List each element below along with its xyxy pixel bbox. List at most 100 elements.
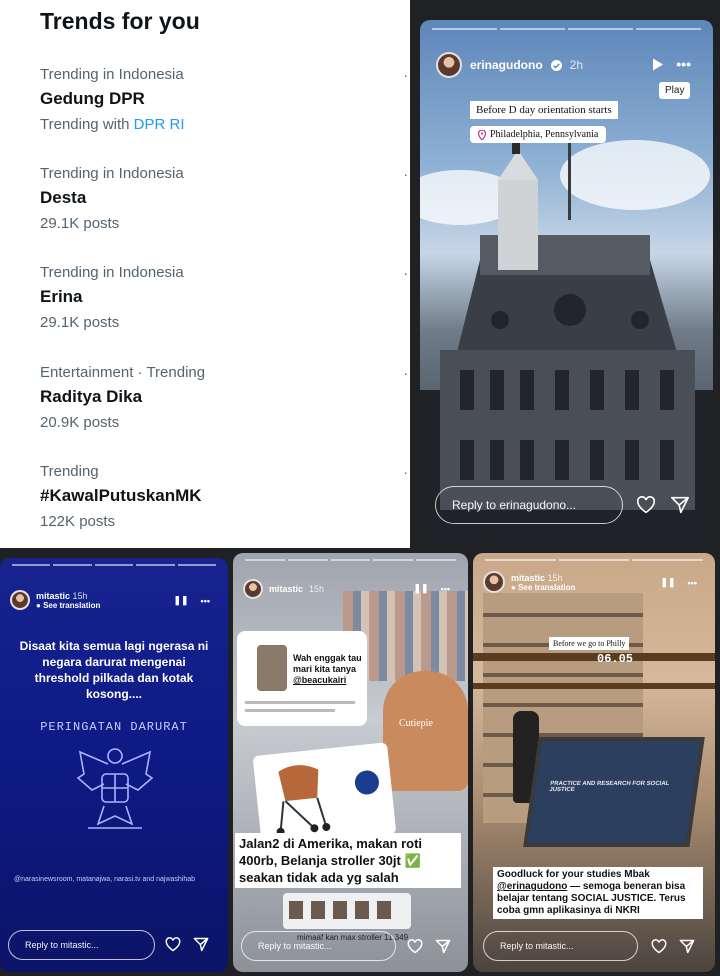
more-options-icon[interactable]: ••• xyxy=(688,578,697,588)
chat-screenshot-card: Wah enggak tau mari kita tanya @beacukai… xyxy=(237,631,367,726)
more-options-icon[interactable]: · xyxy=(403,266,408,280)
story-caption: Goodluck for your studies Mbak @erinagud… xyxy=(493,867,703,919)
product-card xyxy=(252,742,397,848)
chat-line xyxy=(245,701,355,704)
trend-item-raditya-dika[interactable]: Entertainment · Trending Raditya Dika 20… xyxy=(40,364,408,454)
story-username[interactable]: mitastic xyxy=(36,591,70,601)
story-progress-bars xyxy=(12,564,217,566)
story-header: mitastic 15h ● See translation xyxy=(10,590,100,610)
pause-icon[interactable]: ❚❚ xyxy=(660,577,675,588)
story-progress-bars xyxy=(245,559,456,561)
story-actions xyxy=(636,496,690,514)
reply-input[interactable]: Reply to mitastic... xyxy=(8,930,155,960)
pause-icon[interactable]: ❚❚ xyxy=(173,595,188,606)
see-translation-label: See translation xyxy=(43,600,101,610)
more-options-icon[interactable]: · xyxy=(403,68,408,82)
reply-input[interactable]: Reply to mitastic... xyxy=(241,931,396,961)
story-header: mitastic 15h xyxy=(243,579,324,599)
avatar[interactable] xyxy=(10,590,30,610)
see-translation-label: See translation xyxy=(518,582,576,592)
trend-category: Trending in Indonesia xyxy=(40,66,184,83)
chat-text: Wah enggak tau mari kita tanya @beacukai… xyxy=(293,653,362,685)
trend-name: Raditya Dika xyxy=(40,387,143,406)
trend-name: Erina xyxy=(40,287,83,306)
sticker-label: Cutiepie xyxy=(399,718,433,729)
city-hall-building-image xyxy=(420,140,713,538)
trend-name: Desta xyxy=(40,188,87,207)
mention-link[interactable]: @erinagudono xyxy=(497,881,567,892)
share-send-icon[interactable] xyxy=(679,939,695,954)
story-progress-bars xyxy=(485,559,704,561)
story-mitastic-darurat[interactable]: mitastic 15h ● See translation ❚❚ ••• Di… xyxy=(0,558,228,972)
trend-name: Gedung DPR xyxy=(40,89,145,108)
more-options-icon[interactable]: ••• xyxy=(441,584,450,594)
chat-thumbnail xyxy=(257,645,287,691)
see-translation-link[interactable]: ● See translation xyxy=(36,601,100,610)
play-icon[interactable] xyxy=(652,58,664,71)
trend-related-link[interactable]: DPR RI xyxy=(134,116,185,133)
reply-input[interactable]: Reply to mitastic... xyxy=(483,931,638,961)
trend-item-desta[interactable]: Trending in Indonesia Desta 29.1K posts … xyxy=(40,165,408,255)
like-heart-icon[interactable] xyxy=(651,939,667,954)
play-tooltip: Play xyxy=(659,82,691,99)
story-time: 15h xyxy=(72,590,88,601)
story-username[interactable]: mitastic xyxy=(269,584,303,594)
story-actions xyxy=(651,939,695,954)
more-options-icon[interactable]: ••• xyxy=(676,56,691,72)
trend-post-count: 29.1K posts xyxy=(40,314,120,331)
story-header: erinagudono 2h xyxy=(436,52,583,78)
story-username[interactable]: erinagudono xyxy=(470,58,543,72)
trend-category: Trending xyxy=(40,463,99,480)
avatar[interactable] xyxy=(436,52,462,78)
pause-icon[interactable]: ❚❚ xyxy=(413,583,428,594)
story-time: 15h xyxy=(309,584,325,594)
stroller-photo xyxy=(383,671,468,791)
story-controls: ••• xyxy=(652,56,691,72)
reply-input[interactable]: Reply to erinagudono... xyxy=(435,486,623,524)
thumbnails xyxy=(289,901,399,919)
more-options-icon[interactable]: ••• xyxy=(201,596,210,606)
share-send-icon[interactable] xyxy=(435,939,451,954)
story-actions xyxy=(165,937,209,952)
share-send-icon[interactable] xyxy=(670,496,690,514)
trend-category: Trending in Indonesia xyxy=(40,264,184,281)
see-translation-link[interactable]: ● See translation xyxy=(511,583,575,592)
laptop-image: PRACTICE AND RESEARCH FOR SOCIAL JUSTICE xyxy=(523,737,705,847)
trend-item-kawalputuskanmk[interactable]: Trending #KawalPutuskanMK 122K posts · xyxy=(40,463,408,548)
more-options-icon[interactable]: · xyxy=(403,366,408,380)
story-erinagudono[interactable]: erinagudono 2h ••• Play Before D day ori… xyxy=(420,20,713,538)
avatar[interactable] xyxy=(483,571,505,593)
like-heart-icon[interactable] xyxy=(165,937,181,952)
story-controls: ❚❚ ••• xyxy=(173,595,210,606)
trend-name: #KawalPutuskanMK xyxy=(40,486,202,505)
trend-post-count: 20.9K posts xyxy=(40,414,120,431)
location-pin-icon xyxy=(478,129,486,140)
trend-item-erina[interactable]: Trending in Indonesia Erina 29.1K posts … xyxy=(40,264,408,354)
stroller-icon xyxy=(276,765,331,836)
like-heart-icon[interactable] xyxy=(407,939,423,954)
trend-post-count: 29.1K posts xyxy=(40,215,120,232)
more-options-icon[interactable]: · xyxy=(403,465,408,479)
warning-headline: PERINGATAN DARURAT xyxy=(40,720,188,734)
share-send-icon[interactable] xyxy=(193,937,209,952)
story-mitastic-stroller[interactable]: mitastic 15h ❚❚ ••• Wah enggak tau mari … xyxy=(233,553,468,972)
verified-badge-icon xyxy=(550,59,562,71)
trend-category: Entertainment · Trending xyxy=(40,364,206,381)
story-caption: Jalan2 di Amerika, makan roti 400rb, Bel… xyxy=(235,833,461,888)
location-sticker[interactable]: Philadelphia, Pennsylvania xyxy=(470,126,607,143)
story-mitastic-goodluck[interactable]: PRACTICE AND RESEARCH FOR SOCIAL JUSTICE… xyxy=(473,553,715,972)
garuda-emblem-icon xyxy=(76,748,154,829)
laptop-screen-text: PRACTICE AND RESEARCH FOR SOCIAL JUSTICE xyxy=(548,781,670,793)
story-credit: @narasinewsroom, matanajwa, narasi.tv an… xyxy=(14,876,196,883)
like-heart-icon[interactable] xyxy=(636,496,656,514)
avatar[interactable] xyxy=(243,579,263,599)
story-clock: 06.05 xyxy=(597,652,634,666)
customs-logo-icon xyxy=(351,767,383,798)
trend-post-count: 122K posts xyxy=(40,513,116,530)
story-caption: Before D day orientation starts xyxy=(470,101,618,119)
trend-item-gedung-dpr[interactable]: Trending in Indonesia Gedung DPR Trendin… xyxy=(40,66,408,156)
story-username[interactable]: mitastic xyxy=(511,573,545,583)
more-options-icon[interactable]: · xyxy=(403,167,408,181)
trend-related-prefix: Trending with xyxy=(40,116,130,133)
story-text: Disaat kita semua lagi ngerasa ni negara… xyxy=(19,639,209,701)
